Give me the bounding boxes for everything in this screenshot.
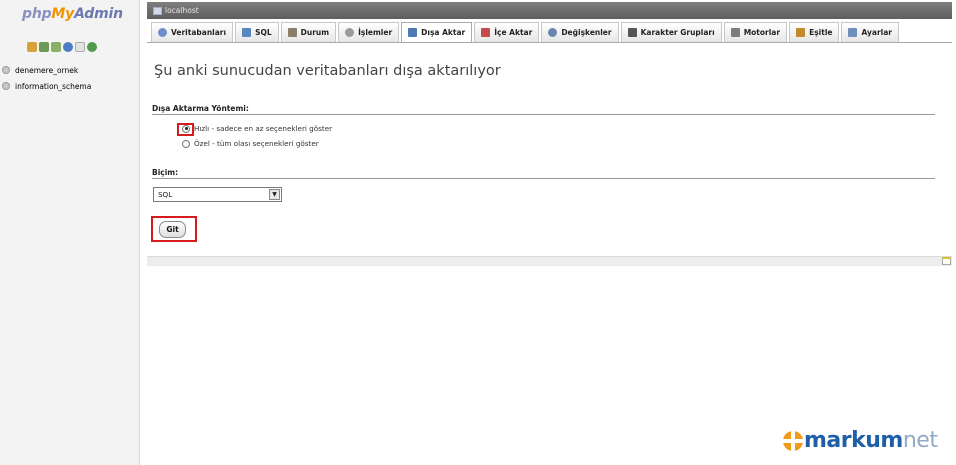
- tab-ayarlar[interactable]: Ayarlar: [841, 22, 900, 42]
- docs-icon[interactable]: [75, 42, 85, 52]
- database-name: information_schema: [15, 81, 92, 91]
- tab-veritabanlari[interactable]: Veritabanları: [151, 22, 234, 42]
- format-select[interactable]: SQL ▼: [153, 187, 282, 202]
- engines-icon: [730, 28, 740, 37]
- server-breadcrumb: localhost: [147, 2, 952, 19]
- custom-export-label: Özel - tüm olası seçenekleri göster: [194, 139, 319, 148]
- format-selected-value: SQL: [158, 190, 173, 199]
- database-item-denemere-ornek[interactable]: denemere_ornek: [2, 62, 91, 78]
- status-icon: [287, 28, 297, 37]
- phpmyadmin-logo[interactable]: phpMyAdmin: [22, 6, 123, 22]
- footer-bar: [147, 256, 952, 266]
- format-legend: Biçim:: [152, 168, 179, 177]
- tab-durum[interactable]: Durum: [280, 22, 337, 42]
- variables-icon: [548, 28, 558, 37]
- server-link[interactable]: localhost: [165, 6, 199, 15]
- tab-esitle[interactable]: Eşitle: [789, 22, 840, 42]
- quick-export-option[interactable]: Hızlı - sadece en az seçenekleri göster: [182, 124, 332, 133]
- tab-karakter-gruplari[interactable]: Karakter Grupları: [620, 22, 722, 42]
- settings-icon: [848, 28, 858, 37]
- database-name: denemere_ornek: [15, 65, 79, 75]
- export-icon: [408, 28, 418, 37]
- chevron-down-icon[interactable]: ▼: [269, 189, 280, 200]
- quick-export-label: Hızlı - sadece en az seçenekleri göster: [194, 124, 333, 133]
- database-list: denemere_ornek information_schema: [2, 62, 91, 94]
- server-tabs: Veritabanları SQL Durum İşlemler Dışa Ak…: [147, 22, 952, 43]
- charset-icon: [627, 28, 637, 37]
- reload-icon[interactable]: [87, 42, 97, 52]
- custom-export-radio[interactable]: [182, 139, 190, 148]
- database-icon: [2, 82, 10, 90]
- tab-ice-aktar[interactable]: İçe Aktar: [474, 22, 540, 42]
- navigation-panel: phpMyAdmin denemere_ornek information_sc…: [0, 0, 140, 465]
- home-icon[interactable]: [27, 42, 37, 52]
- highlight-box-quick: [177, 123, 194, 136]
- tab-degiskenler[interactable]: Değişkenler: [541, 22, 619, 42]
- legend-divider: [152, 114, 935, 115]
- help-icon[interactable]: [63, 42, 73, 52]
- server-icon: [153, 6, 162, 15]
- tab-sql[interactable]: SQL: [235, 22, 279, 42]
- import-icon: [481, 28, 491, 37]
- nav-icon-row: [27, 42, 97, 52]
- sql-icon: [242, 28, 252, 37]
- sql-query-icon[interactable]: [51, 42, 61, 52]
- process-icon: [345, 28, 355, 37]
- markum-logo: markum net: [783, 428, 938, 453]
- page-title: Şu anki sunucudan veritabanları dışa akt…: [154, 63, 501, 79]
- export-method-legend: Dışa Aktarma Yöntemi:: [152, 104, 249, 113]
- database-icon: [158, 28, 167, 37]
- sync-icon: [796, 28, 806, 37]
- custom-export-option[interactable]: Özel - tüm olası seçenekleri göster: [182, 139, 319, 148]
- tab-disa-aktar[interactable]: Dışa Aktar: [401, 22, 473, 42]
- tab-motorlar[interactable]: Motorlar: [723, 22, 788, 42]
- database-icon[interactable]: [39, 42, 49, 52]
- globe-icon: [783, 430, 803, 451]
- legend-divider: [152, 178, 935, 179]
- go-button[interactable]: Git: [159, 221, 186, 238]
- database-icon: [2, 66, 10, 74]
- database-item-information-schema[interactable]: information_schema: [2, 78, 91, 94]
- new-window-icon[interactable]: [942, 257, 951, 265]
- tab-islemler[interactable]: İşlemler: [338, 22, 400, 42]
